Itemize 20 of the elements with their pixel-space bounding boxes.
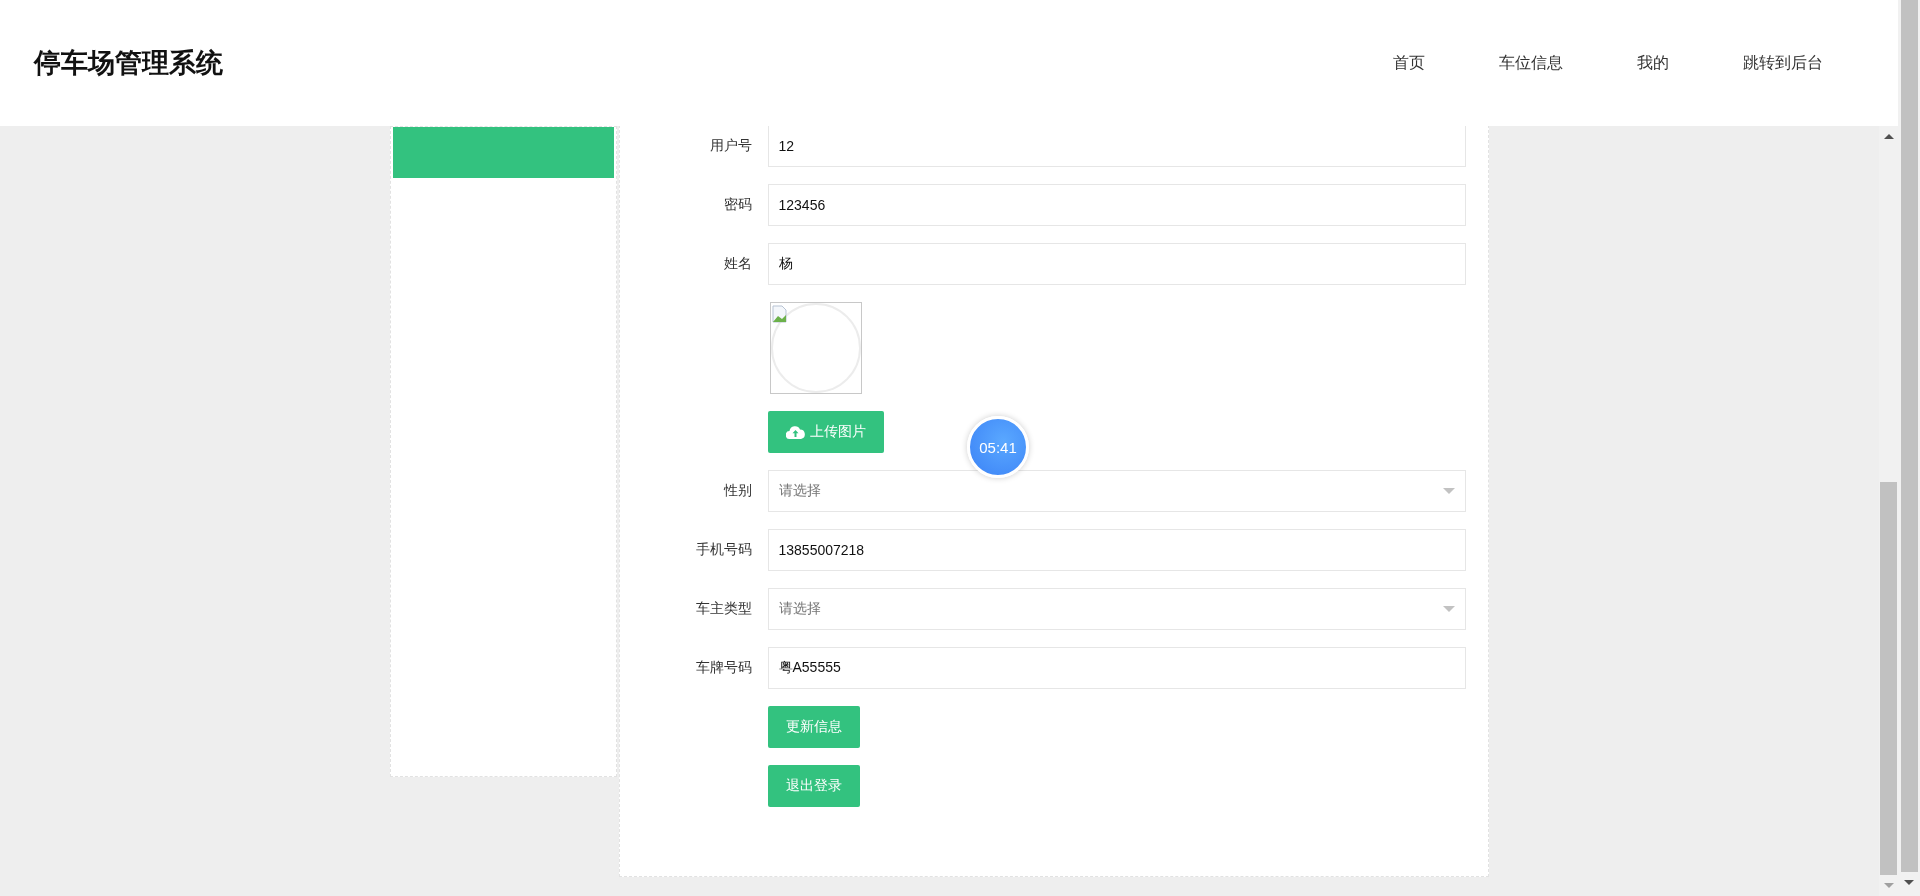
field-label: 手机号码 (694, 541, 753, 559)
field-label: 性别 (722, 482, 753, 500)
field-label: 车牌号码 (694, 659, 753, 677)
input-field[interactable]: 粤A55555 (767, 647, 1466, 689)
nav-link[interactable]: 我的 (1600, 52, 1706, 74)
input-field[interactable]: 12 (767, 125, 1466, 167)
field-label: 用户号 (708, 137, 753, 155)
select-field[interactable]: 请选择 (767, 588, 1466, 630)
nav-link[interactable]: 跳转到后台 (1706, 52, 1860, 74)
site-title: 停车场管理系统 (34, 47, 223, 80)
field-label: 姓名 (722, 255, 753, 273)
input-field[interactable]: 13855007218 (767, 529, 1466, 571)
nav-link[interactable]: 首页 (1356, 52, 1462, 74)
nav-link[interactable]: 车位信息 (1462, 52, 1600, 74)
cloud-upload-icon (785, 425, 805, 439)
input-field[interactable]: 123456 (767, 184, 1466, 226)
field-label: 密码 (722, 196, 753, 214)
sidebar-menu-item[interactable] (392, 127, 614, 178)
input-field[interactable]: 杨 (767, 243, 1466, 285)
field-label: 车主类型 (694, 600, 753, 618)
